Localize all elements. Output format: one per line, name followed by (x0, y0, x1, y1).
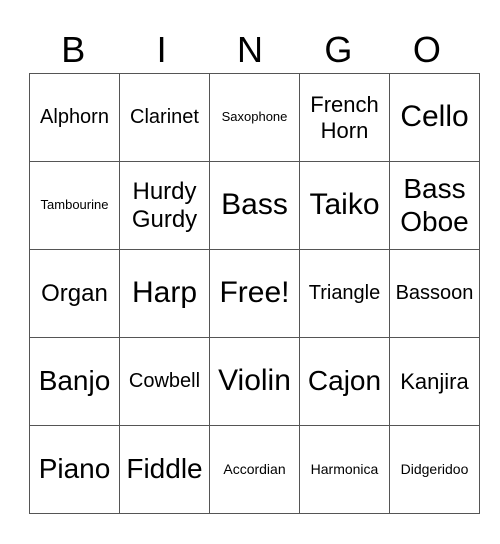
bingo-cell[interactable]: Bass (209, 161, 300, 250)
card-row: Banjo Cowbell Violin Cajon Kanjira (29, 337, 480, 426)
bingo-cell[interactable]: French Horn (299, 73, 390, 162)
bingo-cell[interactable]: Harp (119, 249, 210, 338)
bingo-cell[interactable]: Bass Oboe (389, 161, 480, 250)
card-row: Piano Fiddle Accordian Harmonica Didgeri… (29, 425, 480, 514)
bingo-cell[interactable]: Banjo (29, 337, 120, 426)
bingo-cell[interactable]: Cajon (299, 337, 390, 426)
bingo-cell[interactable]: Fiddle (119, 425, 210, 514)
card-row: Alphorn Clarinet Saxophone French Horn C… (29, 73, 480, 162)
bingo-cell[interactable]: Bassoon (389, 249, 480, 338)
header-letter-b: B (61, 29, 86, 70)
header-letter-n: N (237, 29, 264, 70)
bingo-cell[interactable]: Cowbell (119, 337, 210, 426)
bingo-cell[interactable]: Alphorn (29, 73, 120, 162)
header-letter-o: O (412, 29, 441, 70)
bingo-cell[interactable]: Clarinet (119, 73, 210, 162)
header-letter-g: G (324, 29, 353, 70)
bingo-cell[interactable]: Taiko (299, 161, 390, 250)
header-letter-i: I (156, 29, 167, 70)
bingo-cell[interactable]: Hurdy Gurdy (119, 161, 210, 250)
bingo-cell[interactable]: Tambourine (29, 161, 120, 250)
bingo-card: Alphorn Clarinet Saxophone French Horn C… (29, 73, 480, 514)
card-row: Organ Harp Free! Triangle Bassoon (29, 249, 480, 338)
bingo-cell[interactable]: Cello (389, 73, 480, 162)
bingo-cell[interactable]: Violin (209, 337, 300, 426)
bingo-cell[interactable]: Triangle (299, 249, 390, 338)
bingo-cell[interactable]: Harmonica (299, 425, 390, 514)
bingo-cell[interactable]: Accordian (209, 425, 300, 514)
bingo-header: B I N G O (29, 28, 471, 72)
bingo-cell[interactable]: Didgeridoo (389, 425, 480, 514)
bingo-cell[interactable]: Organ (29, 249, 120, 338)
bingo-cell[interactable]: Saxophone (209, 73, 300, 162)
card-row: Tambourine Hurdy Gurdy Bass Taiko Bass O… (29, 161, 480, 250)
bingo-cell[interactable]: Piano (29, 425, 120, 514)
free-space-cell[interactable]: Free! (209, 249, 300, 338)
bingo-cell[interactable]: Kanjira (389, 337, 480, 426)
